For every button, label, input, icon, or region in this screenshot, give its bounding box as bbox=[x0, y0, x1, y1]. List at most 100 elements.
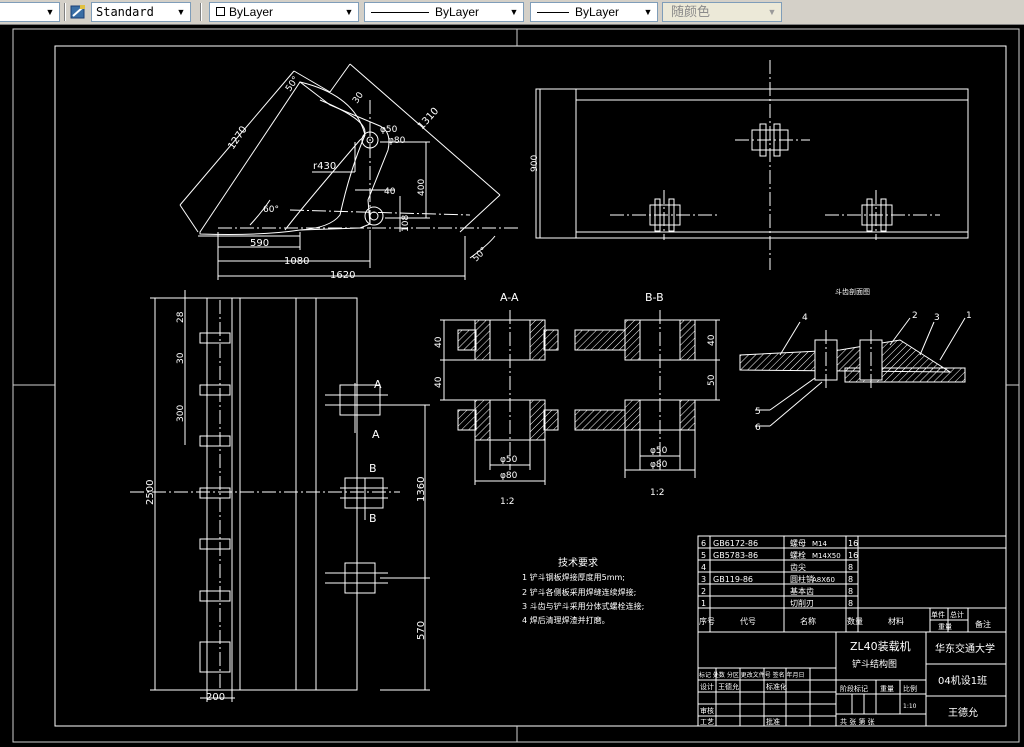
dim-phi80: φ80 bbox=[388, 136, 406, 146]
tech-requirements: 技术要求 1 铲斗钢板焊接厚度用5mm; 2 铲斗各侧板采用焊缝连续焊接; 3 … bbox=[522, 556, 644, 625]
lineweight-dropdown[interactable]: ByLayer ▼ bbox=[530, 2, 658, 22]
class-name: 04机设1班 bbox=[938, 674, 987, 687]
dim-30-front: 30 bbox=[176, 352, 186, 364]
bom-cell-spec: M14 bbox=[812, 540, 827, 548]
color-value: ByLayer bbox=[229, 5, 274, 19]
aa-dim-40a: 40 bbox=[434, 336, 444, 348]
designer-name: 王德允 bbox=[718, 682, 739, 691]
drawing-svg: 1270 30 φ50 φ80 1310 r430 40 400 108 60°… bbox=[12, 28, 1020, 743]
drawing-canvas[interactable]: 1270 30 φ50 φ80 1310 r430 40 400 108 60°… bbox=[0, 25, 1024, 747]
bom-cell-name: 螺栓 bbox=[790, 550, 806, 560]
ratio-value: 1:10 bbox=[903, 703, 917, 710]
chevron-down-icon: ▼ bbox=[344, 7, 354, 17]
title-block: ZL40装载机 铲斗结构图 华东交通大学 04机设1班 王德允 标记 处数 分区… bbox=[697, 631, 1007, 727]
bom-h-material: 材料 bbox=[888, 616, 904, 626]
bb-dim-50: 50 bbox=[707, 374, 717, 386]
layer-dropdown[interactable]: ▼ bbox=[0, 2, 60, 22]
lineweight-value: ByLayer bbox=[575, 5, 620, 19]
leader-3: 3 bbox=[934, 313, 940, 323]
linetype-value: ByLayer bbox=[435, 5, 480, 19]
drawing-frame bbox=[12, 28, 1020, 743]
bucket-side-view: 1270 30 φ50 φ80 1310 r430 40 400 108 60°… bbox=[179, 63, 520, 281]
plot-style-value: 随颜色 bbox=[671, 4, 711, 19]
bom-h-weight: 重量 bbox=[938, 623, 952, 631]
leader-5: 5 bbox=[755, 407, 761, 417]
dim-phi50: φ50 bbox=[380, 125, 398, 135]
bb-scale: 1:2 bbox=[650, 488, 664, 498]
dim-300: 300 bbox=[176, 405, 186, 422]
aa-phi50: φ50 bbox=[500, 455, 518, 465]
process-label: 工艺 bbox=[700, 718, 714, 726]
bom-h-code: 代号 bbox=[740, 616, 756, 626]
leader-4: 4 bbox=[802, 313, 808, 323]
sheets-label: 共 张 第 张 bbox=[840, 717, 875, 726]
bom-cell-no: 5 bbox=[701, 551, 706, 560]
text-style-icon[interactable] bbox=[69, 3, 88, 21]
bom-cell-name: 切削刃 bbox=[790, 598, 814, 608]
bom-cell-no: 6 bbox=[701, 539, 706, 548]
part-name: 铲斗结构图 bbox=[852, 658, 897, 670]
text-style-dropdown[interactable]: Standard ▼ bbox=[91, 2, 191, 22]
leader-1: 1 bbox=[966, 311, 972, 321]
bom-h-name: 名称 bbox=[800, 616, 816, 626]
author-name: 王德允 bbox=[948, 706, 978, 719]
tech-line-3: 3 斗齿与铲斗采用分体式螺栓连接; bbox=[522, 601, 644, 611]
color-dropdown[interactable]: ByLayer ▼ bbox=[209, 2, 359, 22]
tooth-title: 斗齿剖面图 bbox=[835, 287, 870, 296]
tech-line-1: 1 铲斗钢板焊接厚度用5mm; bbox=[522, 572, 625, 582]
linetype-dropdown[interactable]: ByLayer ▼ bbox=[364, 2, 524, 22]
bom-cell-code: GB5783-86 bbox=[713, 551, 758, 560]
toolbar-separator bbox=[64, 3, 66, 21]
dim-1270: 1270 bbox=[226, 124, 249, 151]
bom-cell-spec: M14X50 bbox=[812, 552, 841, 560]
dim-r430: r430 bbox=[313, 161, 336, 172]
bb-phi80: φ80 bbox=[650, 460, 668, 470]
dim-200: 200 bbox=[206, 692, 225, 703]
bom-cell-name: 基本齿 bbox=[790, 586, 814, 596]
section-bb: B-B 40 50 φ50 φ80 1:2 bbox=[574, 291, 720, 498]
revision-row-labels: 标记 处数 分区 更改文件号 签名 年月日 bbox=[699, 671, 805, 679]
bom-cell-qty: 8 bbox=[848, 599, 853, 608]
dim-570: 570 bbox=[416, 621, 427, 640]
bom-h-remark: 备注 bbox=[975, 619, 991, 629]
bom-h-total: 总计 bbox=[950, 610, 964, 619]
leader-6: 6 bbox=[755, 423, 761, 433]
angle-60: 60° bbox=[263, 205, 279, 215]
lineweight-sample-icon bbox=[537, 12, 569, 13]
chevron-down-icon: ▼ bbox=[45, 7, 55, 17]
dim-1080: 1080 bbox=[284, 256, 309, 267]
dim-400: 400 bbox=[417, 179, 427, 196]
chevron-down-icon: ▼ bbox=[643, 7, 653, 17]
bucket-front-view: 28 30 300 2500 200 1360 570 A A B B bbox=[130, 290, 430, 703]
plot-style-dropdown: 随颜色 ▼ bbox=[662, 2, 782, 22]
tech-line-4: 4 焊后清理焊渣并打磨。 bbox=[522, 615, 610, 625]
chevron-down-icon: ▼ bbox=[509, 7, 519, 17]
approve-label: 批准 bbox=[766, 717, 780, 726]
ratio-label: 比例 bbox=[903, 684, 917, 693]
section-mark-a1: A bbox=[374, 378, 382, 391]
chevron-down-icon: ▼ bbox=[176, 7, 186, 17]
section-bb-title: B-B bbox=[645, 291, 664, 304]
section-mark-b2: B bbox=[369, 512, 377, 525]
bom-cell-qty: 16 bbox=[848, 551, 858, 560]
bom-h-no: 序号 bbox=[699, 616, 715, 626]
section-aa: A-A 40 40 φ50 φ80 1:2 bbox=[434, 291, 559, 507]
section-mark-b1: B bbox=[369, 462, 377, 475]
bom-h-qty: 数量 bbox=[847, 616, 863, 626]
product-name: ZL40装载机 bbox=[850, 639, 911, 653]
bom-cell-no: 4 bbox=[701, 563, 706, 572]
dim-900: 900 bbox=[530, 155, 540, 172]
dim-108: 108 bbox=[401, 215, 411, 232]
text-style-value: Standard bbox=[96, 5, 154, 19]
color-swatch-icon bbox=[216, 7, 225, 16]
bom-cell-qty: 8 bbox=[848, 587, 853, 596]
angle-50b: 50° bbox=[284, 75, 301, 94]
bom-cell-no: 3 bbox=[701, 575, 706, 584]
aa-scale: 1:2 bbox=[500, 497, 514, 507]
properties-toolbar: ▼ Standard ▼ ByLayer ▼ ByLayer ▼ ByLayer… bbox=[0, 0, 1024, 25]
design-label: 设计 bbox=[700, 682, 714, 691]
section-aa-title: A-A bbox=[500, 291, 519, 304]
aa-dim-40b: 40 bbox=[434, 376, 444, 388]
bom-cell-name: 齿尖 bbox=[790, 562, 806, 572]
section-mark-a2: A bbox=[372, 428, 380, 441]
